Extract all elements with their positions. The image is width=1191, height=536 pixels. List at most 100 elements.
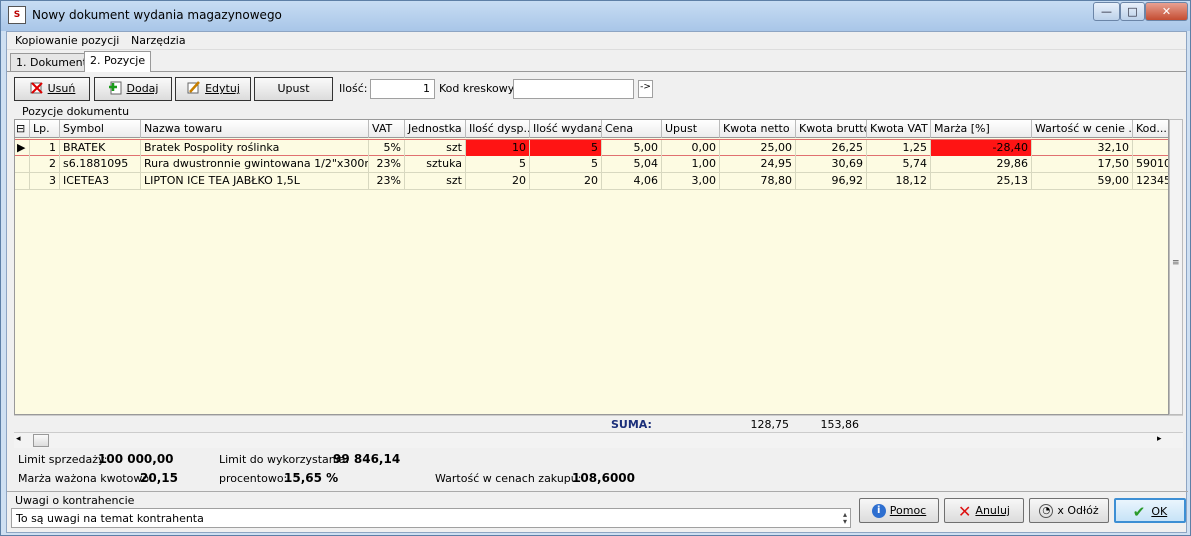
ilosc-input[interactable]: 1 bbox=[370, 79, 435, 99]
ilosc-label: Ilość: bbox=[339, 82, 368, 95]
ok-button[interactable]: ✔ OK bbox=[1114, 498, 1186, 523]
cell-kwota-vat: 5,74 bbox=[867, 156, 931, 172]
cell-kwota-netto: 25,00 bbox=[720, 140, 796, 156]
col-kwota-brutto[interactable]: Kwota brutto bbox=[796, 120, 867, 138]
grid-menu-icon[interactable]: ⊟ bbox=[15, 120, 30, 138]
cell-ilosc-dysp: 20 bbox=[466, 173, 530, 189]
suma-netto: 128,75 bbox=[750, 418, 790, 431]
cell-kwota-brutto: 30,69 bbox=[796, 156, 867, 172]
notes-field[interactable]: To są uwagi na temat kontrahenta ▴ ▾ bbox=[11, 508, 851, 528]
odloz-button[interactable]: ◔ x Odłóż bbox=[1029, 498, 1109, 523]
cell-upust: 0,00 bbox=[662, 140, 720, 156]
col-kod[interactable]: Kod... bbox=[1133, 120, 1168, 138]
cell-cena: 4,06 bbox=[602, 173, 662, 189]
col-nazwa[interactable]: Nazwa towaru bbox=[141, 120, 369, 138]
notes-text: To są uwagi na temat kontrahenta bbox=[16, 512, 204, 525]
usun-button[interactable]: Usuń bbox=[14, 77, 90, 101]
go-button[interactable]: -> bbox=[638, 80, 653, 98]
cell-lp: 2 bbox=[30, 156, 60, 172]
spin-arrows-icon[interactable]: ▴ ▾ bbox=[843, 511, 847, 526]
col-cena[interactable]: Cena bbox=[602, 120, 662, 138]
cancel-icon: ✕ bbox=[958, 501, 972, 521]
anuluj-button[interactable]: ✕ Anuluj bbox=[944, 498, 1024, 523]
upust-button[interactable]: Upust bbox=[254, 77, 333, 101]
vertical-scrollbar[interactable]: ≡ bbox=[1169, 119, 1183, 415]
col-vat[interactable]: VAT bbox=[369, 120, 405, 138]
cell-marza: -28,40 bbox=[931, 140, 1032, 156]
cell-jednostka: szt bbox=[405, 140, 466, 156]
close-icon[interactable]: ✕ bbox=[1145, 2, 1188, 21]
cell-wartosc: 32,10 bbox=[1032, 140, 1133, 156]
cell-ilosc-wydana: 5 bbox=[530, 156, 602, 172]
info-icon: i bbox=[871, 504, 886, 518]
dodaj-button[interactable]: Dodaj bbox=[94, 77, 172, 101]
col-lp[interactable]: Lp. bbox=[30, 120, 60, 138]
suma-label: SUMA: bbox=[611, 418, 652, 431]
cell-symbol: BRATEK bbox=[60, 140, 141, 156]
title-bar: S Nowy dokument wydania magazynowego — □… bbox=[1, 1, 1190, 31]
cell-kwota-netto: 78,80 bbox=[720, 173, 796, 189]
maximize-icon[interactable]: □ bbox=[1120, 2, 1145, 21]
cell-ilosc-dysp: 5 bbox=[466, 156, 530, 172]
wartosc-zakupu-value: 108,6000 bbox=[572, 471, 636, 485]
marza-wazona-value: 20,15 bbox=[140, 471, 178, 485]
positions-grid: ⊟ Lp. Symbol Nazwa towaru VAT Jednostka … bbox=[14, 119, 1169, 415]
cell-nazwa: Rura dwustronnie gwintowana 1/2"x300mm .… bbox=[141, 156, 369, 172]
cell-ilosc-dysp: 10 bbox=[466, 140, 530, 156]
menu-narzedzia[interactable]: Narzędzia bbox=[131, 34, 186, 47]
cell-vat: 23% bbox=[369, 173, 405, 189]
cell-kod: 590105 bbox=[1133, 156, 1168, 172]
cell-kwota-vat: 1,25 bbox=[867, 140, 931, 156]
edytuj-button[interactable]: Edytuj bbox=[175, 77, 251, 101]
limit-wykorzystania-value: 99 846,14 bbox=[333, 452, 401, 466]
kod-kreskowy-input[interactable] bbox=[513, 79, 634, 99]
col-ilosc-dysp[interactable]: Ilość dysp... bbox=[466, 120, 530, 138]
row-selector bbox=[15, 173, 30, 189]
cell-kwota-vat: 18,12 bbox=[867, 173, 931, 189]
col-jednostka[interactable]: Jednostka bbox=[405, 120, 466, 138]
app-icon: S bbox=[8, 6, 26, 24]
window-title: Nowy dokument wydania magazynowego bbox=[32, 8, 282, 22]
minimize-icon[interactable]: — bbox=[1093, 2, 1120, 21]
tab-pozycje[interactable]: 2. Pozycje bbox=[84, 51, 152, 72]
col-kwota-vat[interactable]: Kwota VAT bbox=[867, 120, 931, 138]
col-ilosc-wydana[interactable]: Ilość wydana bbox=[530, 120, 602, 138]
scroll-left-icon[interactable]: ◂ bbox=[16, 434, 21, 444]
row-selector bbox=[15, 156, 30, 172]
table-row[interactable]: 2 s6.1881095 Rura dwustronnie gwintowana… bbox=[15, 156, 1168, 173]
limit-wykorzystania-label: Limit do wykorzystania: bbox=[219, 453, 350, 466]
table-row[interactable]: 3 ICETEA3 LIPTON ICE TEA JABŁKO 1,5L 23%… bbox=[15, 173, 1168, 190]
edit-icon bbox=[186, 80, 201, 95]
col-wartosc[interactable]: Wartość w cenie ... bbox=[1032, 120, 1133, 138]
wartosc-zakupu-label: Wartość w cenach zakupu: bbox=[435, 472, 582, 485]
cell-kod bbox=[1133, 140, 1168, 156]
suma-brutto: 153,86 bbox=[820, 418, 860, 431]
cell-cena: 5,04 bbox=[602, 156, 662, 172]
tab-dokument[interactable]: 1. Dokument bbox=[10, 53, 93, 71]
col-symbol[interactable]: Symbol bbox=[60, 120, 141, 138]
table-row[interactable]: ▶ 1 BRATEK Bratek Pospolity roślinka 5% … bbox=[15, 139, 1168, 156]
scroll-right-icon[interactable]: ▸ bbox=[1157, 434, 1162, 444]
clock-icon: ◔ bbox=[1039, 504, 1054, 518]
summary-row: SUMA: 128,75 153,86 bbox=[14, 415, 1183, 433]
cell-vat: 23% bbox=[369, 156, 405, 172]
cell-lp: 1 bbox=[30, 140, 60, 156]
col-marza[interactable]: Marża [%] bbox=[931, 120, 1032, 138]
menu-kopiowanie[interactable]: Kopiowanie pozycji bbox=[15, 34, 119, 47]
cell-wartosc: 17,50 bbox=[1032, 156, 1133, 172]
col-kwota-netto[interactable]: Kwota netto bbox=[720, 120, 796, 138]
main-panel: Kopiowanie pozycji Narzędzia 1. Dokument… bbox=[6, 31, 1188, 533]
delete-icon bbox=[29, 80, 44, 95]
col-upust[interactable]: Upust bbox=[662, 120, 720, 138]
grid-header: ⊟ Lp. Symbol Nazwa towaru VAT Jednostka … bbox=[15, 120, 1168, 138]
horizontal-scrollbar[interactable]: ◂ ▸ bbox=[14, 433, 1183, 448]
marza-wazona-label: Marża ważona kwotowo: bbox=[18, 472, 153, 485]
cell-symbol: ICETEA3 bbox=[60, 173, 141, 189]
cell-upust: 3,00 bbox=[662, 173, 720, 189]
scroll-grip-icon: ≡ bbox=[1172, 258, 1180, 268]
scroll-thumb[interactable] bbox=[33, 434, 49, 447]
cell-lp: 3 bbox=[30, 173, 60, 189]
pomoc-button[interactable]: i Pomoc bbox=[859, 498, 939, 523]
toolbar: Usuń Dodaj Edytuj Upust Ilość: 1 Kod kre… bbox=[7, 71, 1186, 103]
cell-kwota-brutto: 26,25 bbox=[796, 140, 867, 156]
